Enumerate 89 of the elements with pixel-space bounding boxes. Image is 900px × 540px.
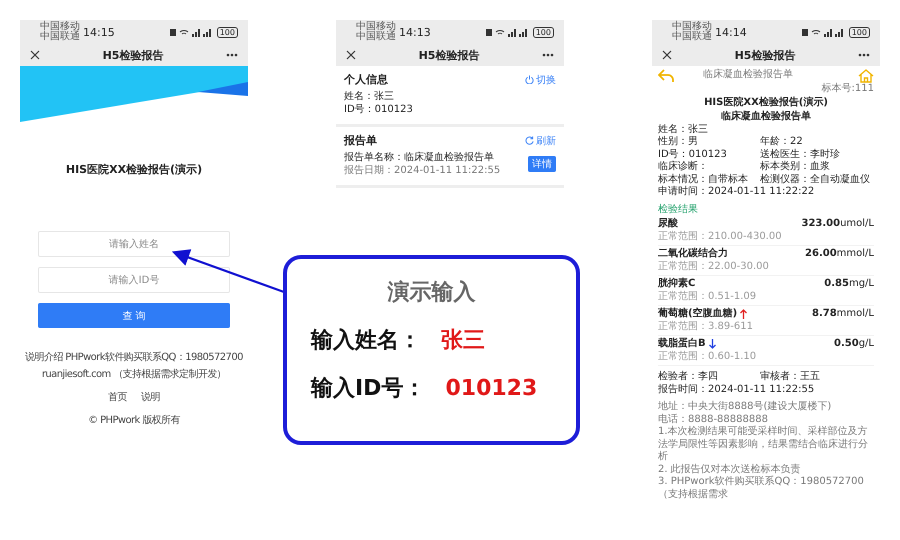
input-field[interactable]: 请输入姓名 [38,231,230,257]
report-caption: 临床凝血检验报告单 [702,69,793,82]
normal-range: 正常范围：0.51-1.09 [658,290,758,303]
test-name: 胱抑素C [658,278,696,290]
footer-link[interactable]: 首页 [108,390,127,404]
note-text: 2. 此报告仅对本次送检标本负责 [658,464,802,476]
report-subtitle: 临床凝血检验报告单 [720,110,812,124]
battery-level: 100 [848,26,870,38]
callout-value: 张三 [441,327,485,355]
footer-text: ruanjiesoft.com （支持根据需求定制开发） [40,368,228,381]
test-name: 载脂蛋白B [658,338,706,350]
info-text: ID号：010123 [658,148,728,160]
up-arrow-icon [740,309,748,320]
phone-text: 电话：8888-88888888 [658,414,769,426]
info-text: 姓名：张三 [658,124,709,136]
info-text: 检测仪器：全自动凝血仪 [760,174,871,186]
test-value: 0.85mg/L [824,278,874,290]
report-date: 报告日期：2024-01-11 11:22:55 [344,164,500,177]
callout-label: 输入ID号： [311,375,426,403]
page-title: H5检验报告 [418,48,480,62]
report-title: HIS医院XX检验报告(演示) [703,96,829,110]
footer-text: 说明介绍 PHPwork软件购买联系QQ：1980572700 [24,350,244,364]
info-text: 性别：男 [658,136,699,148]
footer-link[interactable]: 说明 [141,390,160,404]
status-time: 14:13 [399,26,431,38]
info-text: 送检医生：李时珍 [760,148,841,160]
normal-range: 正常范围：22.00-30.00 [658,260,770,273]
input-field[interactable]: 请输入ID号 [38,267,230,293]
app-heading: HIS医院XX检验报告(演示) [64,162,204,177]
battery-level: 100 [532,26,554,38]
section-title: 报告单 [344,133,377,148]
more-icon[interactable] [226,53,238,57]
close-icon[interactable] [30,50,40,60]
power-icon [525,75,534,84]
carrier-name: 中国联通 [356,32,396,42]
section-title: 个人信息 [344,72,388,87]
info-text: 年龄：22 [760,136,804,148]
signal-icons [486,28,530,36]
info-text: ID号：010123 [344,103,414,116]
report-name: 报告单名称：临床凝血检验报告单 [344,151,495,164]
normal-range: 正常范围：210.00-430.00 [658,230,783,243]
test-name: 二氧化碳结合力 [658,248,728,260]
info-text: 临床诊断： [658,161,709,174]
more-icon[interactable] [858,53,870,57]
normal-range: 正常范围：3.89-611 [658,320,754,333]
signal-icons [802,28,846,36]
test-value: 323.00umol/L [801,218,874,230]
copyright-text: © PHPwork 版权所有 [87,414,181,427]
carrier-name: 中国联通 [672,32,712,42]
page-title: H5检验报告 [102,48,164,62]
test-name: 葡萄糖(空腹血糖) [658,308,738,320]
test-value: 26.00mmol/L [805,248,874,260]
refresh-link[interactable]: 刷新 [525,134,556,148]
switch-link[interactable]: 切换 [525,72,556,86]
note-text: 3. PHPwork软件购买联系QQ：1980572700（支持根据需求 [658,476,865,501]
signal-icons [170,28,214,36]
sample-number: 标本号:111 [822,83,874,96]
carrier-name: 中国移动 [40,22,80,32]
info-text: 申请时间：2024-01-11 11:22:22 [658,186,816,198]
note-text: 1.本次检测结果可能受采样时间、采样部位及方法学局限性等因素影响，结果需结合临床进行分析 [658,426,869,464]
results-heading: 检验结果 [658,204,699,216]
close-icon[interactable] [662,50,672,60]
battery-level: 100 [216,26,238,38]
carrier-name: 中国移动 [356,22,396,32]
page-title: H5检验报告 [734,48,796,62]
callout-title: 演示输入 [386,279,476,307]
details-button[interactable]: 详情 [528,156,556,172]
refresh-icon [525,136,534,145]
info-text: 标本类别：血浆 [760,161,831,174]
callout-label: 输入姓名： [311,327,421,355]
carrier-name: 中国联通 [40,32,80,42]
signer-text: 检验者：李四 [658,371,719,384]
carrier-name: 中国移动 [672,22,712,32]
signer-text: 审核者：王五 [760,371,821,384]
status-time: 14:14 [715,26,747,38]
more-icon[interactable] [542,53,554,57]
info-text: 姓名：张三 [344,90,395,103]
test-value: 8.78mmol/L [812,308,874,320]
info-text: 标本情况：自带标本 [658,174,749,186]
test-name: 尿酸 [658,218,678,230]
normal-range: 正常范围：0.60-1.10 [658,350,758,363]
callout-value: 010123 [445,376,538,401]
close-icon[interactable] [346,50,356,60]
down-arrow-icon [708,339,716,350]
address-text: 地址：中央大街8888号(建设大厦楼下) [658,401,832,414]
query-button[interactable]: 查 询 [38,303,230,328]
test-value: 0.50g/L [834,338,874,350]
status-time: 14:15 [83,26,115,38]
report-time: 报告时间：2024-01-11 11:22:55 [658,384,816,396]
